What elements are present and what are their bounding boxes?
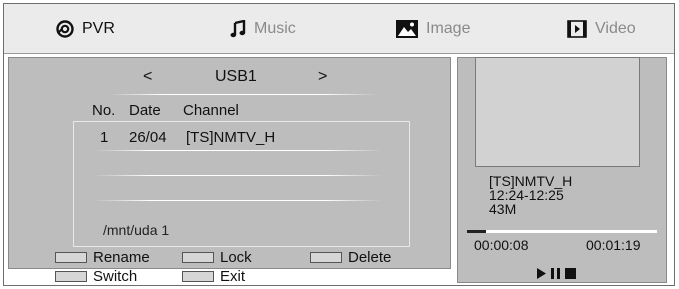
key-lock-label: Lock bbox=[220, 249, 252, 266]
key-switch[interactable]: Switch bbox=[55, 268, 137, 285]
key-switch-label: Switch bbox=[93, 268, 138, 285]
key-delete-label: Delete bbox=[348, 249, 392, 266]
recording-no[interactable]: 1 bbox=[100, 129, 108, 146]
key-rename-label: Rename bbox=[93, 249, 150, 266]
key-rename-swatch bbox=[55, 252, 87, 263]
play-icon[interactable] bbox=[537, 266, 546, 284]
music-note-icon bbox=[230, 20, 246, 38]
pvr-icon bbox=[56, 20, 74, 38]
device-prev-button[interactable]: < bbox=[143, 68, 152, 86]
key-delete-swatch bbox=[310, 252, 342, 263]
list-row-divider bbox=[93, 150, 383, 151]
playback-progress-bar[interactable] bbox=[467, 230, 657, 233]
tab-video[interactable]: Video bbox=[567, 4, 636, 54]
tab-image-label: Image bbox=[426, 20, 471, 37]
tab-music[interactable]: Music bbox=[230, 4, 296, 54]
column-header-no: No. bbox=[92, 102, 116, 119]
key-exit[interactable]: Exit bbox=[182, 268, 245, 285]
pause-icon[interactable] bbox=[551, 266, 560, 284]
key-switch-swatch bbox=[55, 271, 87, 282]
key-exit-swatch bbox=[182, 271, 214, 282]
list-row-divider bbox=[93, 200, 383, 201]
tab-pvr[interactable]: PVR bbox=[56, 4, 115, 54]
media-tab-bar: PVR Music Image Video bbox=[4, 4, 674, 54]
video-preview bbox=[475, 57, 640, 167]
tab-pvr-label: PVR bbox=[82, 20, 115, 37]
info-time-range: 12:24-12:25 bbox=[489, 187, 564, 203]
playback-controls bbox=[537, 266, 576, 284]
recording-date[interactable]: 26/04 bbox=[129, 129, 167, 146]
column-header-channel: Channel bbox=[183, 102, 239, 119]
device-name: USB1 bbox=[215, 68, 257, 85]
playback-progress-fill bbox=[467, 230, 486, 233]
tab-video-label: Video bbox=[595, 20, 636, 37]
image-icon bbox=[396, 20, 418, 38]
divider bbox=[108, 94, 378, 95]
video-icon bbox=[567, 20, 587, 38]
info-size: 43M bbox=[489, 201, 517, 217]
elapsed-time: 00:00:08 bbox=[474, 237, 529, 253]
key-rename[interactable]: Rename bbox=[55, 249, 150, 266]
device-next-button[interactable]: > bbox=[318, 68, 327, 86]
key-delete[interactable]: Delete bbox=[310, 249, 391, 266]
key-lock-swatch bbox=[182, 252, 214, 263]
key-lock[interactable]: Lock bbox=[182, 249, 252, 266]
key-exit-label: Exit bbox=[220, 268, 246, 285]
list-row-divider bbox=[93, 175, 383, 176]
storage-path: /mnt/uda 1 bbox=[103, 222, 170, 238]
recording-channel[interactable]: [TS]NMTV_H bbox=[186, 129, 275, 146]
tab-image[interactable]: Image bbox=[396, 4, 470, 54]
column-header-date: Date bbox=[129, 102, 161, 119]
tab-music-label: Music bbox=[254, 20, 296, 37]
total-time: 00:01:19 bbox=[586, 237, 641, 253]
stop-icon[interactable] bbox=[565, 266, 576, 284]
info-channel: [TS]NMTV_H bbox=[489, 173, 573, 189]
